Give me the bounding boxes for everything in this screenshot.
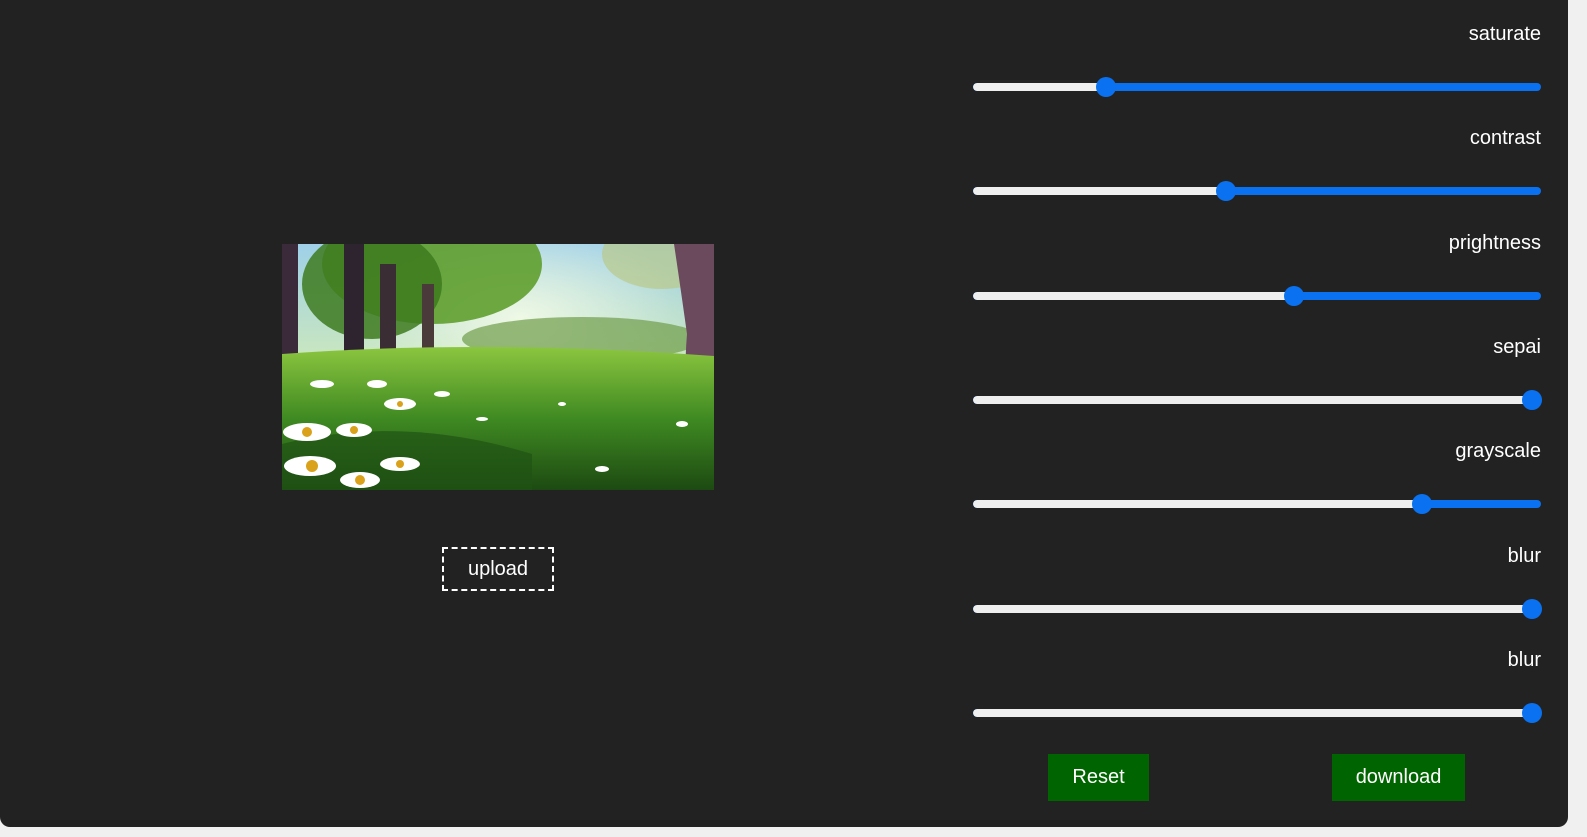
slider-track-filled [973,291,1294,300]
filter-label: blur [1507,648,1541,671]
slider-thumb[interactable] [1522,702,1543,723]
slider-track [973,83,1541,91]
slider-track-filled [973,708,1533,717]
slider-thumb[interactable] [1215,181,1236,202]
filter-slider-contrast[interactable] [973,181,1541,202]
upload-button[interactable]: upload [442,547,554,591]
slider-track [973,500,1541,509]
filter-slider-saturate[interactable] [973,77,1541,97]
download-button[interactable]: download [1332,754,1465,801]
filter-control-grayscale: grayscale [973,417,1541,521]
filter-slider-grayscale[interactable] [973,494,1541,515]
filter-control-sepai: sepai [973,313,1543,417]
slider-thumb[interactable] [1096,77,1117,97]
slider-thumb[interactable] [1283,285,1304,306]
slider-track [973,604,1541,613]
slider-track-filled [973,604,1533,613]
photo-editor-app: upload saturate contrast prightness sepai gr… [0,0,1568,827]
filter-control-contrast: contrast [973,104,1541,208]
slider-track [973,187,1541,196]
filter-control-blur: blur [973,626,1543,730]
slider-track [973,708,1541,717]
slider-track [973,395,1541,404]
filter-control-saturate: saturate [973,0,1541,104]
slider-track-filled [973,500,1422,509]
filter-control-prightness: prightness [973,209,1541,313]
slider-track-filled [973,395,1533,404]
filter-slider-blur[interactable] [973,598,1543,619]
slider-track-filled [973,187,1226,196]
slider-thumb[interactable] [1522,598,1543,619]
meadow-image [282,244,714,490]
filter-control-blur: blur [973,522,1543,626]
slider-thumb[interactable] [1522,389,1543,410]
slider-thumb[interactable] [1411,494,1432,515]
filter-slider-sepai[interactable] [973,389,1543,410]
image-preview [282,244,714,490]
filter-label: grayscale [1455,440,1541,463]
filter-label: blur [1507,544,1541,567]
reset-button[interactable]: Reset [1048,754,1149,801]
slider-track-filled [973,83,1107,91]
filter-slider-blur[interactable] [973,702,1543,723]
filter-label: saturate [1468,23,1541,45]
filter-label: prightness [1448,231,1541,254]
filter-label: contrast [1469,127,1541,150]
slider-track [973,291,1541,300]
filter-label: sepai [1493,335,1541,358]
filter-slider-prightness[interactable] [973,285,1541,306]
